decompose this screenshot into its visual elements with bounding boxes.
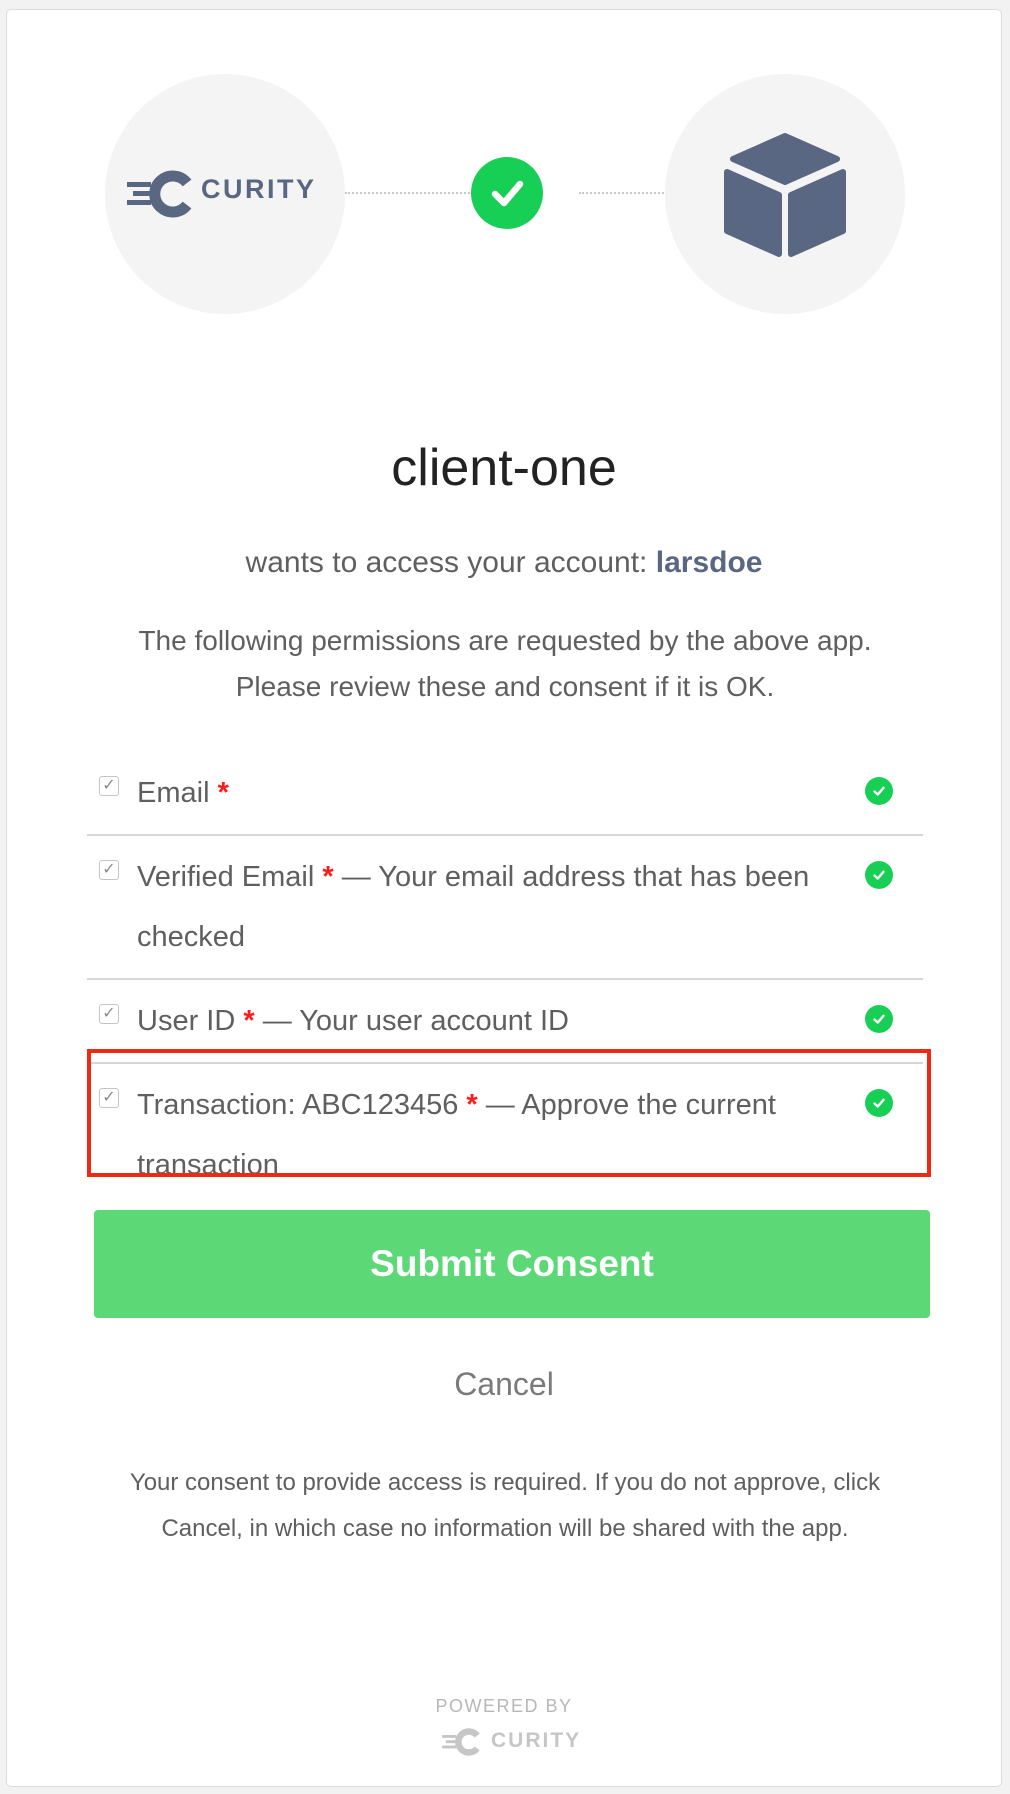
scope-description: — Your user account ID [254,1005,569,1037]
account-name: larsdoe [655,546,763,579]
cube-icon [724,133,846,257]
check-circle-icon [865,1005,893,1033]
footer-wordmark: CURITY [491,1729,582,1752]
access-request-text: wants to access your account: larsdoe [7,546,1001,580]
permissions-intro: The following permissions are requested … [67,618,943,710]
scope-label: Email [137,777,210,809]
footer-brand: CURITY [439,1728,589,1756]
submit-consent-button[interactable]: Submit Consent [94,1210,930,1318]
curity-wordmark: CURITY [201,174,317,204]
required-marker: * [243,1005,255,1037]
intro-line-2: Please review these and consent if it is… [235,671,775,702]
check-circle-icon [865,777,893,805]
client-name: client-one [391,439,617,497]
curity-logo-icon [127,170,192,218]
scope-item-email: ✓ Email * [87,752,923,836]
consent-notice: Your consent to provide access is requir… [129,1469,881,1542]
scope-label: Verified Email [137,861,315,893]
scope-checkbox[interactable]: ✓ [99,1004,119,1024]
cancel-link[interactable]: Cancel [7,1366,1001,1403]
connector-line-right [579,192,667,194]
connector-line-left [345,192,477,194]
curity-logo-badge: CURITY [105,74,345,314]
powered-by-label: POWERED BY [435,1696,573,1716]
check-circle-icon [865,861,893,889]
access-request-prefix: wants to access your account: [245,546,648,579]
required-marker: * [217,777,229,809]
curity-logo-icon [442,1728,480,1756]
transaction-highlight-box [87,1049,931,1177]
required-marker: * [322,861,334,893]
scope-item-verified-email: ✓ Verified Email * — Your email address … [87,836,923,980]
intro-line-1: The following permissions are requested … [138,625,872,656]
check-circle-icon [471,157,543,229]
scope-checkbox[interactable]: ✓ [99,776,119,796]
scope-label: User ID [137,1005,236,1037]
client-logo-badge [665,74,905,314]
scope-checkbox[interactable]: ✓ [99,860,119,880]
consent-card: CURITY client-one wants to access your a… [6,9,1002,1787]
